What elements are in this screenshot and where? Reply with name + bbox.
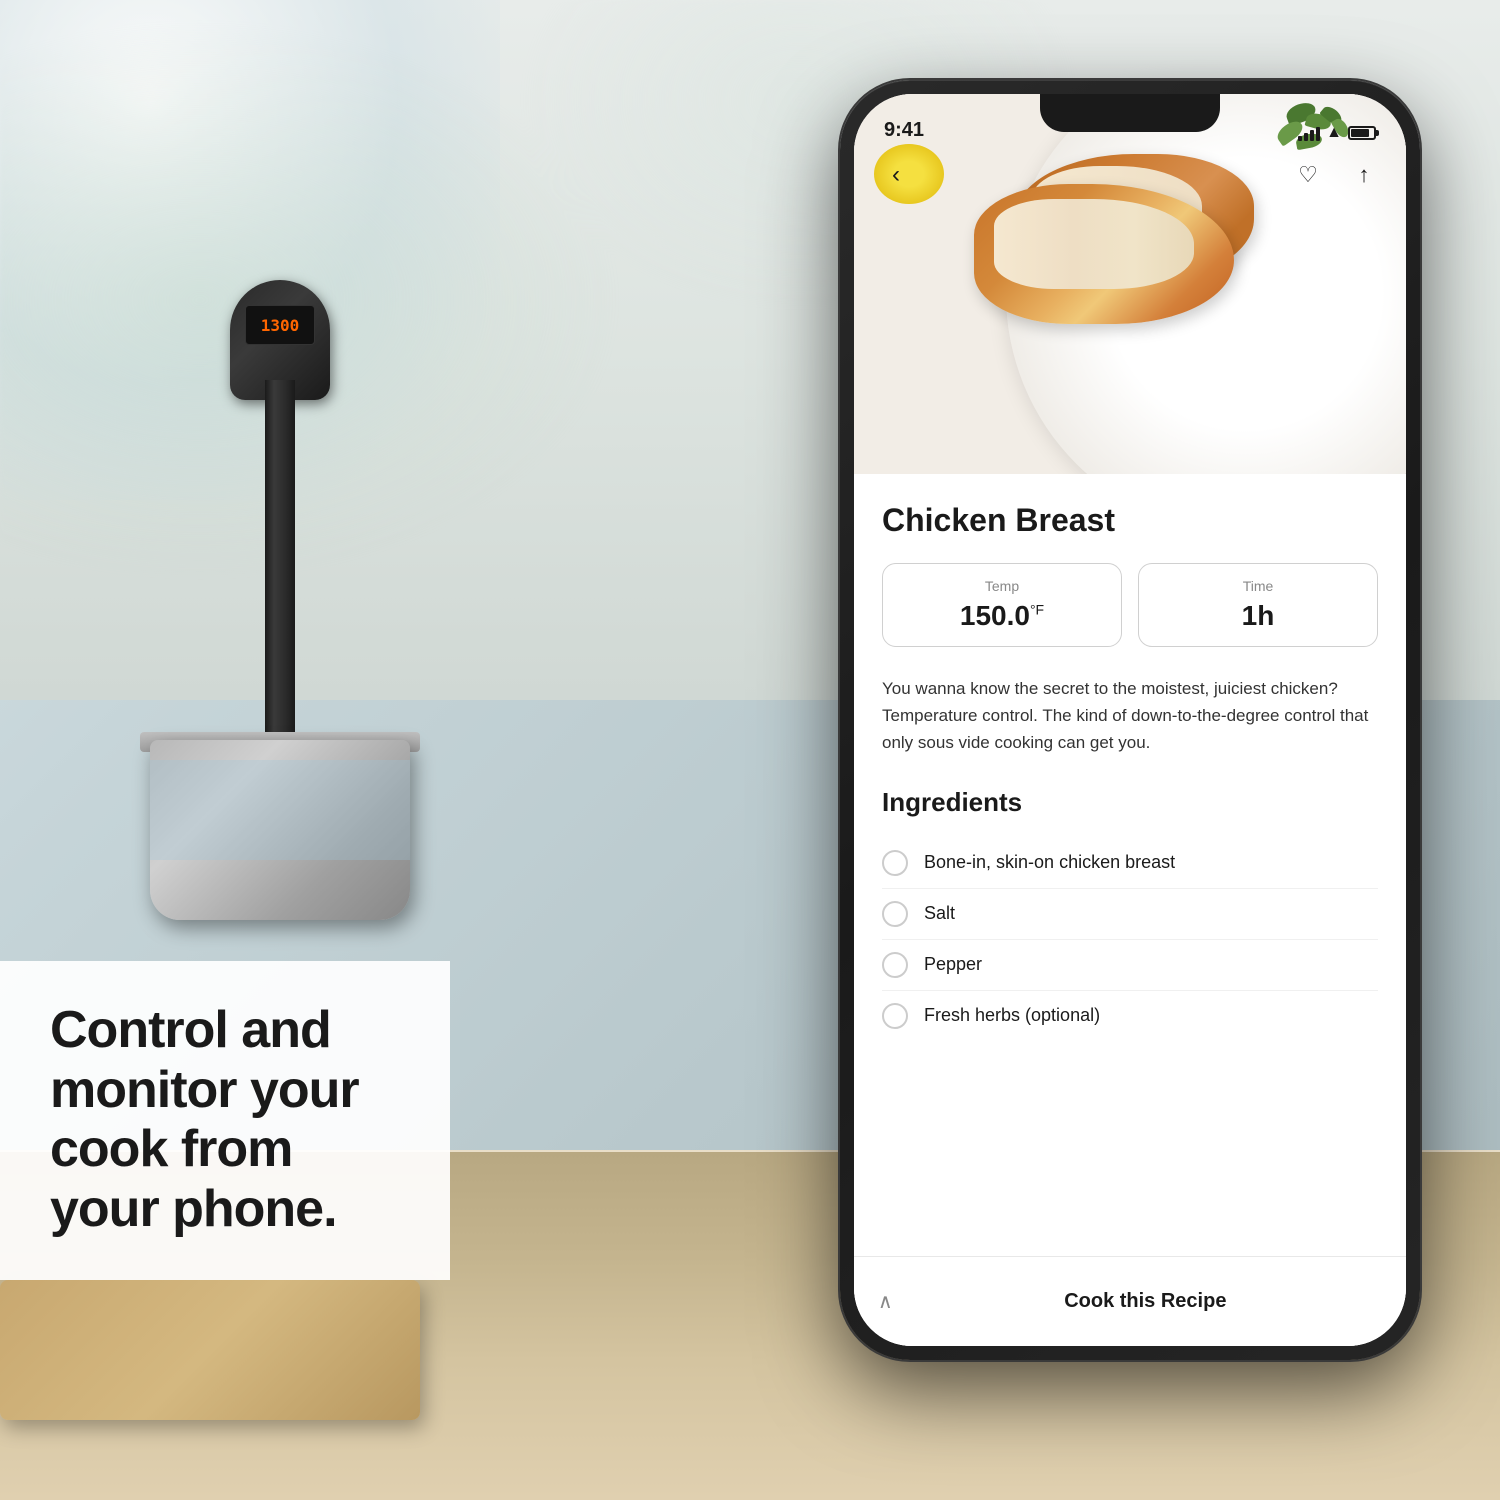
ingredient-checkbox-1[interactable] (882, 901, 908, 927)
cook-chevron-icon: ∧ (878, 1289, 893, 1314)
ingredient-text-3: Fresh herbs (optional) (924, 1005, 1100, 1026)
pot-water (150, 760, 410, 860)
ingredient-text-0: Bone-in, skin-on chicken breast (924, 852, 1175, 873)
battery-icon (1348, 126, 1376, 140)
temp-label: Temp (899, 578, 1105, 594)
time-box[interactable]: Time 1h (1138, 563, 1378, 647)
favorite-button[interactable]: ♡ (1290, 157, 1326, 193)
temp-value: 150.0°F (899, 600, 1105, 632)
recipe-title: Chicken Breast (882, 502, 1378, 539)
marketing-text-overlay: Control and monitor your cook from your … (0, 961, 450, 1280)
ingredient-item-2[interactable]: Pepper (882, 940, 1378, 990)
sous-vide-device: 1300 (240, 280, 320, 780)
recipe-food-photo: ‹ ♡ ↑ (854, 94, 1406, 474)
ingredient-item-3[interactable]: Fresh herbs (optional) (882, 991, 1378, 1041)
recipe-content-area: Chicken Breast Temp 150.0°F Time 1h (854, 474, 1406, 1346)
photo-nav-bar: ‹ ♡ ↑ (854, 150, 1406, 200)
cutting-board (0, 1280, 420, 1420)
status-icons: ▲ (1298, 124, 1376, 142)
phone-screen: 9:41 ▲ (854, 94, 1406, 1346)
cook-recipe-button[interactable]: Cook this Recipe (909, 1290, 1382, 1313)
ingredient-item-1[interactable]: Salt (882, 889, 1378, 939)
ingredient-checkbox-3[interactable] (882, 1003, 908, 1029)
content-scroll-area[interactable]: Chicken Breast Temp 150.0°F Time 1h (854, 474, 1406, 1141)
time-label: Time (1155, 578, 1361, 594)
cook-parameters: Temp 150.0°F Time 1h (882, 563, 1378, 647)
phone-notch (1040, 94, 1220, 132)
phone-mockup: 9:41 ▲ (840, 80, 1420, 1360)
signal-icon (1298, 125, 1320, 141)
nav-action-buttons: ♡ ↑ (1290, 157, 1382, 193)
ingredient-checkbox-0[interactable] (882, 850, 908, 876)
cook-recipe-bar[interactable]: ∧ Cook this Recipe (854, 1256, 1406, 1346)
back-button[interactable]: ‹ (878, 157, 914, 193)
ingredient-item-0[interactable]: Bone-in, skin-on chicken breast (882, 838, 1378, 888)
ingredients-heading: Ingredients (882, 787, 1378, 818)
device-shaft (265, 380, 295, 760)
cooking-pot (150, 740, 410, 920)
wifi-icon: ▲ (1326, 124, 1342, 142)
ingredient-text-1: Salt (924, 903, 955, 924)
marketing-headline: Control and monitor your cook from your … (50, 1001, 400, 1240)
ingredient-text-2: Pepper (924, 954, 982, 975)
device-display: 1300 (245, 305, 315, 345)
sous-vide-device-group: 1300 (120, 280, 440, 980)
ingredient-checkbox-2[interactable] (882, 952, 908, 978)
share-button[interactable]: ↑ (1346, 157, 1382, 193)
temperature-box[interactable]: Temp 150.0°F (882, 563, 1122, 647)
phone-frame: 9:41 ▲ (840, 80, 1420, 1360)
time-value: 1h (1155, 600, 1361, 632)
recipe-description: You wanna know the secret to the moistes… (882, 675, 1378, 757)
status-time: 9:41 (884, 119, 924, 142)
